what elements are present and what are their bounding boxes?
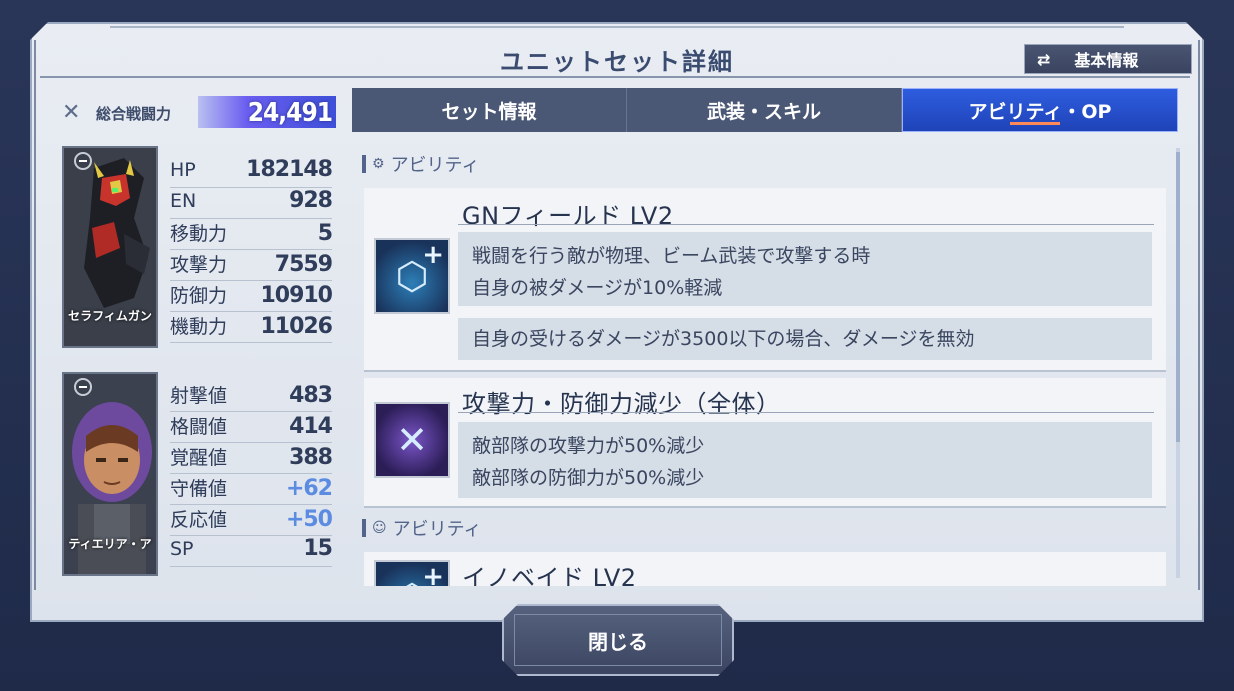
- stat-value: 182148: [246, 157, 333, 182]
- stat-value: 7559: [274, 252, 333, 277]
- ability-description: 自身の受けるダメージが3500以下の場合、ダメージを無効: [458, 318, 1152, 360]
- section-header-pilot: ☺ アビリティ: [362, 516, 482, 540]
- lock-icon: [74, 152, 92, 170]
- ability-title: GNフィールド LV2: [462, 202, 674, 230]
- stat-row: 覚醒値 388: [170, 443, 333, 474]
- stat-row: 格闘値 414: [170, 412, 333, 443]
- stat-row: 移動力 5: [170, 219, 333, 250]
- stat-value: 15: [303, 536, 333, 561]
- tab-bar: セット情報 武装・スキル アビリティ・OP: [352, 88, 1178, 132]
- section-title: アビリティ: [392, 519, 482, 540]
- stat-value: +62: [285, 476, 333, 501]
- stat-value: 928: [289, 188, 333, 213]
- close-button-label: 閉じる: [588, 629, 648, 654]
- debuff-slash-icon: ✕: [374, 402, 450, 478]
- ability-card[interactable]: ⬡+ イノベイド LV2: [364, 552, 1166, 586]
- total-power-bar: 24,491: [198, 96, 336, 128]
- tab-weapons-skills[interactable]: 武装・スキル: [627, 88, 902, 132]
- tab-label: セット情報: [441, 100, 537, 123]
- scrollbar-thumb[interactable]: [1176, 152, 1180, 442]
- tab-set-info[interactable]: セット情報: [352, 88, 627, 132]
- basic-info-label: 基本情報: [1074, 51, 1139, 70]
- tab-abilities-op[interactable]: アビリティ・OP: [902, 88, 1178, 132]
- description-line: 自身の被ダメージが10%軽減: [472, 277, 723, 299]
- stat-value: 483: [289, 383, 333, 408]
- crossed-swords-icon: ✕: [62, 100, 81, 125]
- shuffle-icon: ⇄: [1037, 49, 1051, 69]
- stat-label: 機動力: [170, 316, 228, 338]
- scrollbar[interactable]: [1176, 148, 1180, 578]
- unit-name: セラフィムガン: [68, 309, 152, 323]
- ability-title-rule: [458, 224, 1154, 225]
- unit-ability-icon: ⚙: [372, 156, 385, 172]
- stat-label: 覚醒値: [170, 447, 228, 469]
- ability-title-rule: [458, 412, 1154, 413]
- stat-row: 機動力 11026: [170, 312, 333, 343]
- pilot-stats: 射撃値 483 格闘値 414 覚醒値 388 守備値 +62 反応値 +50 SP 15: [170, 381, 333, 567]
- stat-value: +50: [285, 507, 333, 532]
- pilot-portrait[interactable]: ティエリア・ア: [62, 372, 158, 576]
- section-bar: [362, 155, 366, 173]
- stat-value: 10910: [260, 283, 333, 308]
- unit-portrait[interactable]: セラフィムガン: [62, 146, 158, 348]
- title-divider: [40, 76, 1190, 78]
- stat-label: 守備値: [170, 478, 228, 500]
- stat-value: 11026: [260, 314, 333, 339]
- ability-card[interactable]: ⬡ + GNフィールド LV2 戦闘を行う敵が物理、ビーム武装で攻撃する時 自身の…: [364, 188, 1166, 372]
- pilot-ability-icon: ☺: [372, 520, 387, 536]
- ability-title: 攻撃力・防御力減少（全体）: [462, 390, 781, 418]
- close-button[interactable]: 閉じる: [502, 604, 734, 676]
- stat-row: 攻撃力 7559: [170, 250, 333, 281]
- description-line: 戦闘を行う敵が物理、ビーム武装で攻撃する時: [472, 245, 871, 267]
- ability-card[interactable]: ✕ 攻撃力・防御力減少（全体） 敵部隊の攻撃力が50%減少 敵部隊の防御力が50…: [364, 378, 1166, 508]
- active-tab-indicator: [1010, 122, 1060, 125]
- stat-label: EN: [170, 190, 197, 212]
- lock-icon: [74, 378, 92, 396]
- unit-stats: HP 182148 EN 928 移動力 5 攻撃力 7559 防御力 10910 機動力…: [170, 157, 333, 343]
- stat-row: 反応値 +50: [170, 505, 333, 536]
- stat-label: SP: [170, 538, 194, 560]
- stat-label: 反応値: [170, 509, 228, 531]
- stat-label: 射撃値: [170, 385, 228, 407]
- description-line: 自身の受けるダメージが3500以下の場合、ダメージを無効: [472, 328, 975, 350]
- description-line: 敵部隊の防御力が50%減少: [472, 467, 705, 489]
- total-power-label: 総合戦闘力: [96, 105, 172, 123]
- section-bar: [362, 519, 366, 537]
- stat-row: 射撃値 483: [170, 381, 333, 412]
- shield-plus-icon: ⬡+: [374, 238, 450, 314]
- stat-row: 防御力 10910: [170, 281, 333, 312]
- stat-label: 防御力: [170, 285, 228, 307]
- tab-label: 武装・スキル: [706, 100, 821, 123]
- stat-value: 414: [289, 414, 333, 439]
- pilot-name: ティエリア・ア: [68, 537, 152, 551]
- total-power-row: ✕ 総合戦闘力 24,491: [60, 96, 336, 128]
- section-title: アビリティ: [390, 155, 480, 176]
- description-line: 敵部隊の攻撃力が50%減少: [472, 435, 705, 457]
- stat-row: 守備値 +62: [170, 474, 333, 505]
- stat-value: 388: [289, 445, 333, 470]
- stat-label: 格闘値: [170, 416, 228, 438]
- ability-description: 戦闘を行う敵が物理、ビーム武装で攻撃する時 自身の被ダメージが10%軽減: [458, 232, 1152, 306]
- basic-info-button[interactable]: ⇄ 基本情報: [1024, 44, 1192, 74]
- ability-title: イノベイド LV2: [462, 564, 637, 586]
- ability-description: 敵部隊の攻撃力が50%減少 敵部隊の防御力が50%減少: [458, 422, 1152, 498]
- top-decoration-line: [110, 26, 1124, 28]
- stat-value: 5: [317, 221, 333, 246]
- stat-label: 移動力: [170, 223, 228, 245]
- stat-row: SP 15: [170, 536, 333, 567]
- tab-label: アビリティ・OP: [968, 100, 1112, 123]
- stat-row: EN 928: [170, 188, 333, 219]
- stat-row: HP 182148: [170, 157, 333, 188]
- shield-plus-icon: ⬡+: [374, 560, 450, 586]
- total-power-value: 24,491: [247, 98, 333, 128]
- stat-label: HP: [170, 159, 196, 181]
- stat-label: 攻撃力: [170, 254, 228, 276]
- ability-list[interactable]: ⚙ アビリティ ⬡ + GNフィールド LV2 戦闘を行う敵が物理、ビーム武装で攻…: [352, 140, 1178, 586]
- section-header-unit: ⚙ アビリティ: [362, 152, 479, 176]
